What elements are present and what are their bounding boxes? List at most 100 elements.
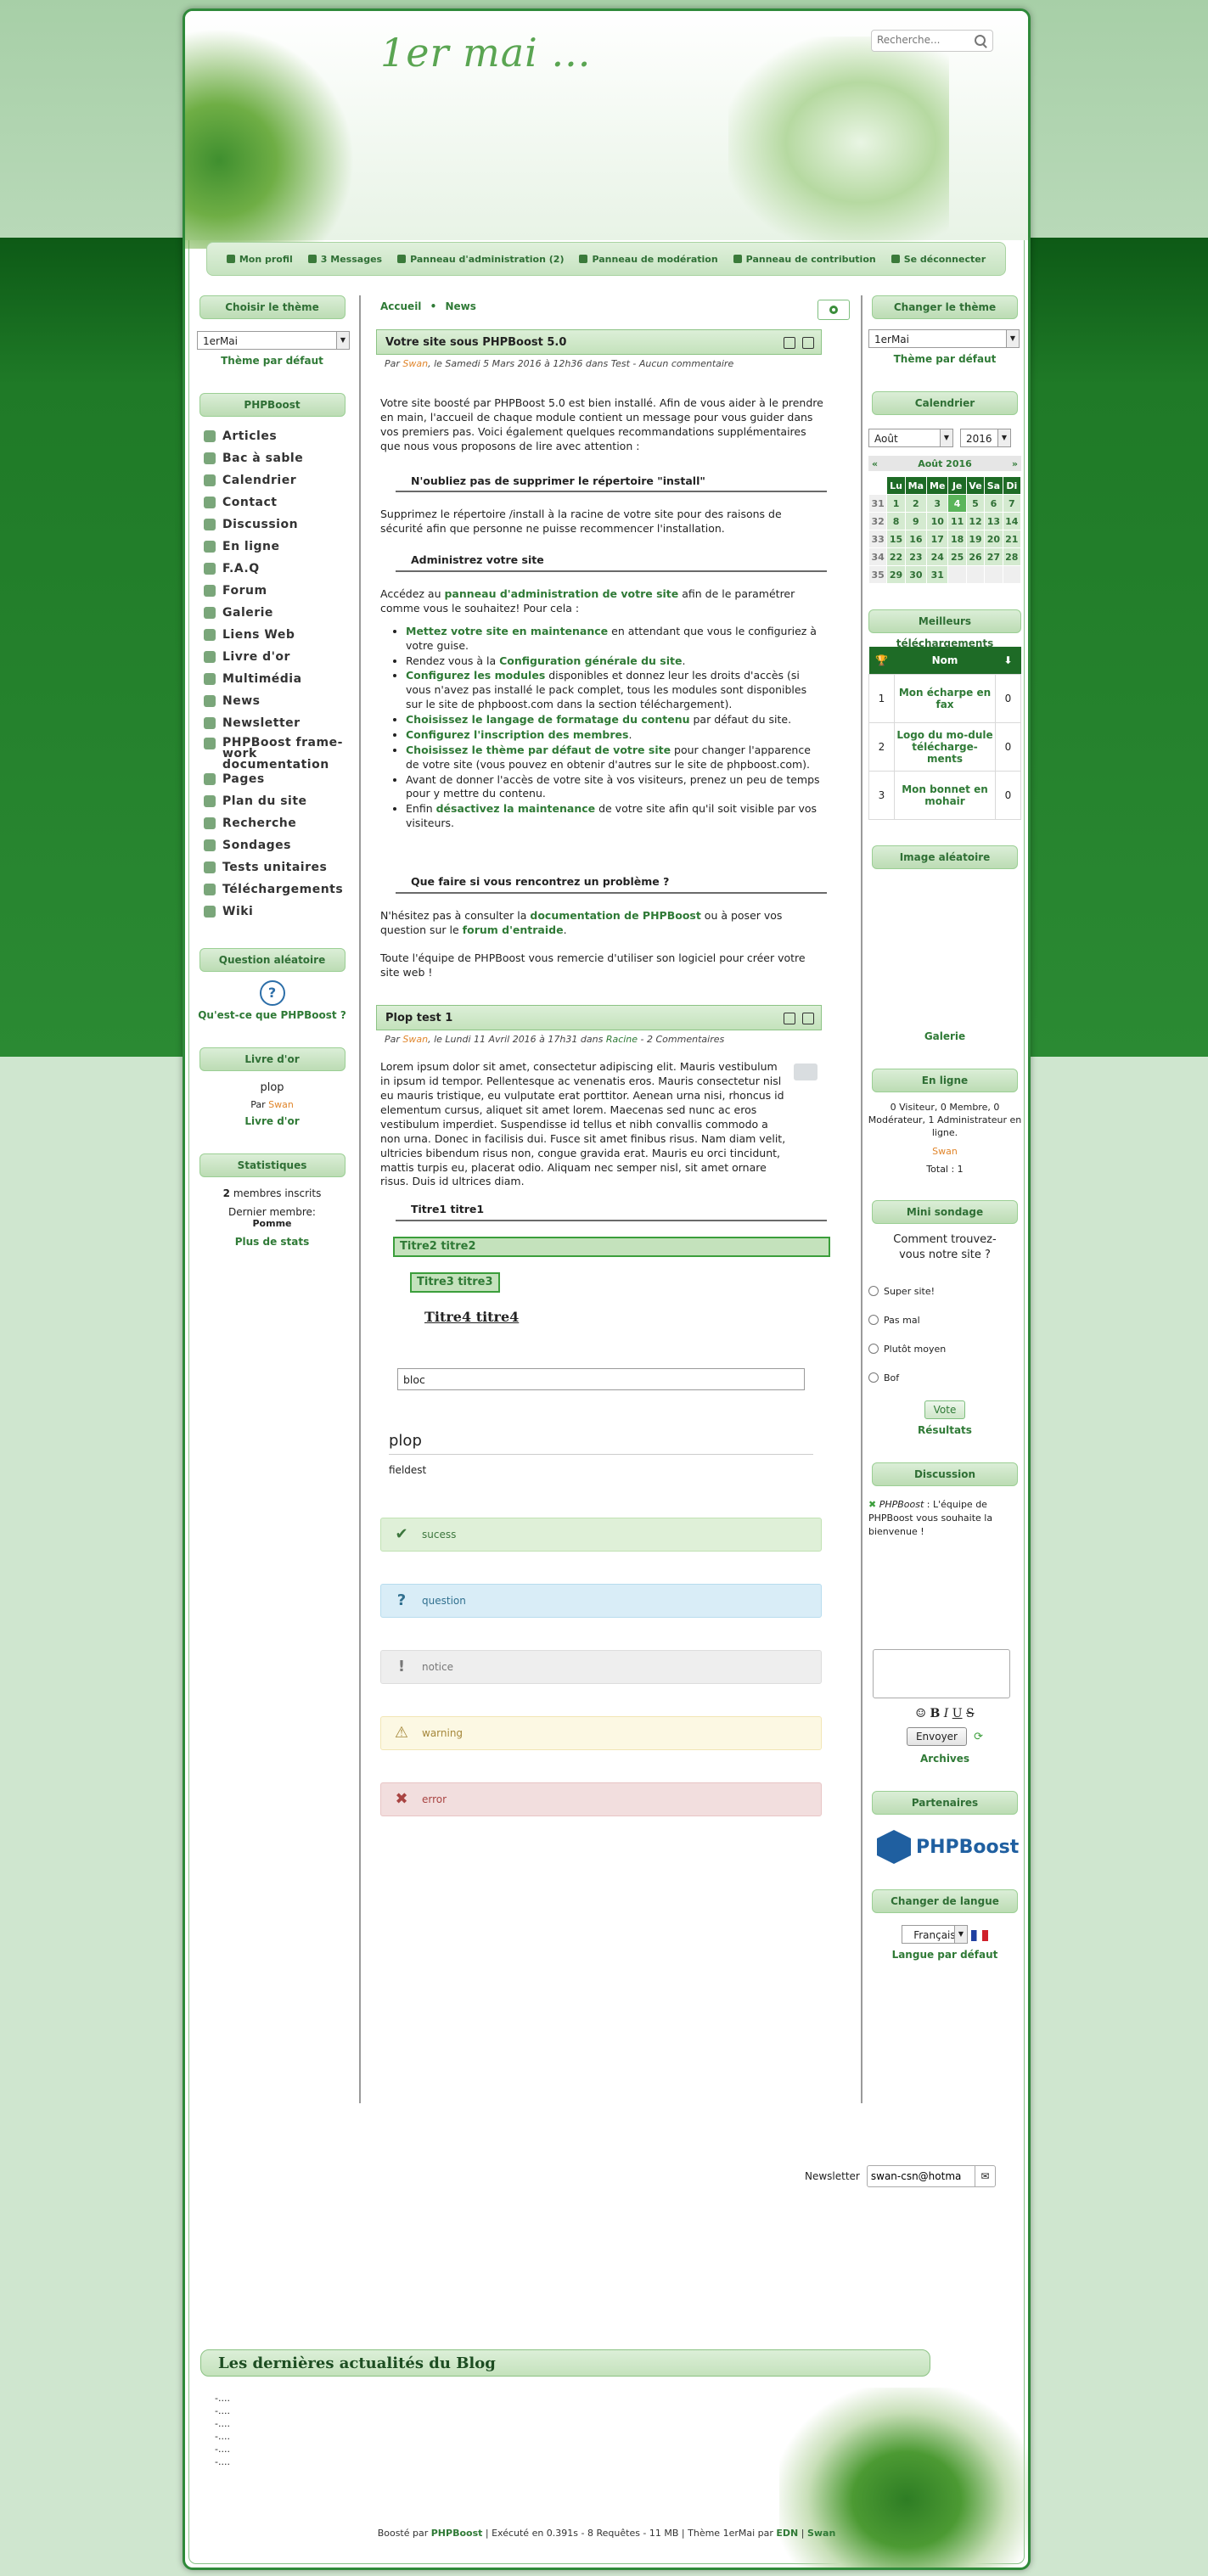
month-select[interactable]: Août ▼: [868, 429, 953, 447]
admin-panel-content-link[interactable]: panneau d'administration de votre site: [444, 587, 678, 600]
trash-icon[interactable]: [802, 337, 814, 349]
next-month-icon[interactable]: »: [1012, 458, 1018, 469]
contribution-panel-link[interactable]: Panneau de contribution: [733, 254, 876, 265]
left-sidebar: Choisir le thème 1erMai ▼ Thème par défau…: [185, 295, 359, 1249]
discussion-author[interactable]: PHPBoost: [879, 1499, 924, 1510]
send-button[interactable]: Envoyer: [906, 1727, 967, 1746]
moderation-panel-link[interactable]: Panneau de modération: [579, 254, 718, 265]
menu-item-discussion[interactable]: Discussion: [204, 514, 359, 536]
strike-icon[interactable]: S: [966, 1707, 975, 1720]
newsletter-email-input[interactable]: [867, 2167, 975, 2186]
year-select[interactable]: 2016 ▼: [960, 429, 1011, 447]
menu-item-forum[interactable]: Forum: [204, 580, 359, 602]
edit-icon[interactable]: [784, 337, 795, 349]
discussion-textarea[interactable]: [873, 1649, 1010, 1698]
article-2-author[interactable]: Swan: [402, 1034, 428, 1045]
left-theme-select[interactable]: 1erMai ▼: [197, 331, 350, 350]
menu-item-downloads[interactable]: Téléchargements: [204, 878, 359, 901]
power-icon: [891, 255, 900, 263]
list-item[interactable]: -....: [215, 2392, 230, 2405]
edit-icon[interactable]: [784, 1013, 795, 1025]
menu-item-unit-tests[interactable]: Tests unitaires: [204, 856, 359, 878]
list-item[interactable]: -....: [215, 2417, 230, 2430]
guestbook-author[interactable]: Swan: [268, 1099, 294, 1110]
gallery-link[interactable]: Galerie: [924, 1030, 965, 1042]
refresh-icon[interactable]: ⟳: [974, 1731, 983, 1743]
radio-button[interactable]: [868, 1315, 879, 1325]
menu-item-guestbook[interactable]: Livre d'or: [204, 646, 359, 668]
menu-item-sitemap[interactable]: Plan du site: [204, 790, 359, 812]
envelope-icon[interactable]: ✉: [974, 2166, 995, 2186]
list-item[interactable]: -....: [215, 2405, 230, 2417]
module-options-button[interactable]: [818, 300, 850, 320]
menu-item-newsletter[interactable]: Newsletter: [204, 712, 359, 734]
swan-link[interactable]: Swan: [807, 2528, 835, 2539]
right-theme-select[interactable]: 1erMai ▼: [868, 329, 1020, 348]
online-user-link[interactable]: Swan: [864, 1146, 1025, 1157]
logout-link[interactable]: Se déconnecter: [891, 254, 986, 265]
menu-item-online[interactable]: En ligne: [204, 536, 359, 558]
menu-item-news[interactable]: News: [204, 690, 359, 712]
last-member-link[interactable]: Pomme: [185, 1218, 359, 1229]
admin-panel-link[interactable]: Panneau d'administration (2): [397, 254, 564, 265]
radio-button[interactable]: [868, 1344, 879, 1354]
profile-link[interactable]: Mon profil: [226, 254, 293, 265]
menu-item-weblinks[interactable]: Liens Web: [204, 624, 359, 646]
delete-icon[interactable]: ✖: [868, 1499, 876, 1510]
bold-icon[interactable]: B: [930, 1707, 940, 1720]
guestbook-link[interactable]: Livre d'or: [244, 1115, 299, 1127]
poll-option-2[interactable]: Pas mal: [868, 1305, 1025, 1334]
article-1-author[interactable]: Swan: [402, 358, 428, 369]
poll-results-link[interactable]: Résultats: [918, 1424, 972, 1436]
menu-item-search[interactable]: Recherche: [204, 812, 359, 834]
documentation-link[interactable]: documentation de PHPBoost: [530, 909, 700, 922]
menu-item-faq[interactable]: F.A.Q: [204, 558, 359, 580]
search-icon[interactable]: [975, 35, 986, 46]
random-image-area: [864, 869, 1025, 1030]
more-stats-link[interactable]: Plus de stats: [235, 1236, 310, 1248]
phpboost-footer-link[interactable]: PHPBoost: [431, 2528, 483, 2539]
menu-item-framework-doc[interactable]: PHPBoost frame-work documentation: [204, 734, 359, 771]
vote-button[interactable]: Vote: [924, 1400, 966, 1419]
menu-item-polls[interactable]: Sondages: [204, 834, 359, 856]
poll-option-3[interactable]: Plutôt moyen: [868, 1334, 1025, 1363]
site-title[interactable]: 1er mai ...: [380, 30, 591, 76]
menu-item-contact[interactable]: Contact: [204, 491, 359, 514]
right-theme-default-link[interactable]: Thème par défaut: [894, 353, 997, 365]
menu-item-wiki[interactable]: Wiki: [204, 901, 359, 923]
menu-item-multimedia[interactable]: Multimédia: [204, 668, 359, 690]
language-select[interactable]: Français ▼: [901, 1925, 968, 1944]
calendar-today[interactable]: 4: [947, 494, 967, 513]
left-theme-default-link[interactable]: Thème par défaut: [221, 355, 323, 367]
menu-item-sandbox[interactable]: Bac à sable: [204, 447, 359, 469]
italic-icon[interactable]: I: [944, 1707, 949, 1720]
radio-button[interactable]: [868, 1286, 879, 1296]
menu-item-gallery[interactable]: Galerie: [204, 602, 359, 624]
file-icon: [733, 255, 742, 263]
support-forum-link[interactable]: forum d'entraide: [463, 923, 564, 936]
radio-button[interactable]: [868, 1372, 879, 1383]
language-default-link[interactable]: Langue par défaut: [892, 1949, 998, 1961]
menu-item-calendar[interactable]: Calendrier: [204, 469, 359, 491]
list-item[interactable]: -....: [215, 2443, 230, 2455]
partner-logo[interactable]: PHPBoost: [877, 1830, 1025, 1864]
menu-item-articles[interactable]: Articles: [204, 425, 359, 447]
prev-month-icon[interactable]: «: [872, 458, 878, 469]
list-item[interactable]: -....: [215, 2455, 230, 2468]
trash-icon[interactable]: [802, 1013, 814, 1025]
poll-option-4[interactable]: Bof: [868, 1363, 1025, 1392]
archives-link[interactable]: Archives: [920, 1753, 969, 1765]
poll-option-1[interactable]: Super site!: [868, 1277, 1025, 1305]
recommendations-list: Mettez votre site en maintenance en atte…: [380, 625, 826, 831]
messages-link[interactable]: 3 Messages: [307, 254, 382, 265]
underline-icon[interactable]: U: [952, 1707, 963, 1720]
smiley-icon[interactable]: ☺: [915, 1707, 926, 1720]
random-question-link[interactable]: Qu'est-ce que PHPBoost ?: [198, 1009, 346, 1021]
edn-link[interactable]: EDN: [776, 2528, 798, 2539]
breadcrumb-news[interactable]: News: [445, 300, 475, 312]
list-item[interactable]: -....: [215, 2430, 230, 2443]
search-input[interactable]: [872, 31, 975, 49]
breadcrumb-home[interactable]: Accueil: [380, 300, 421, 312]
article-2-category[interactable]: Racine: [606, 1034, 638, 1045]
fieldset: plop fieldest: [389, 1431, 813, 1476]
